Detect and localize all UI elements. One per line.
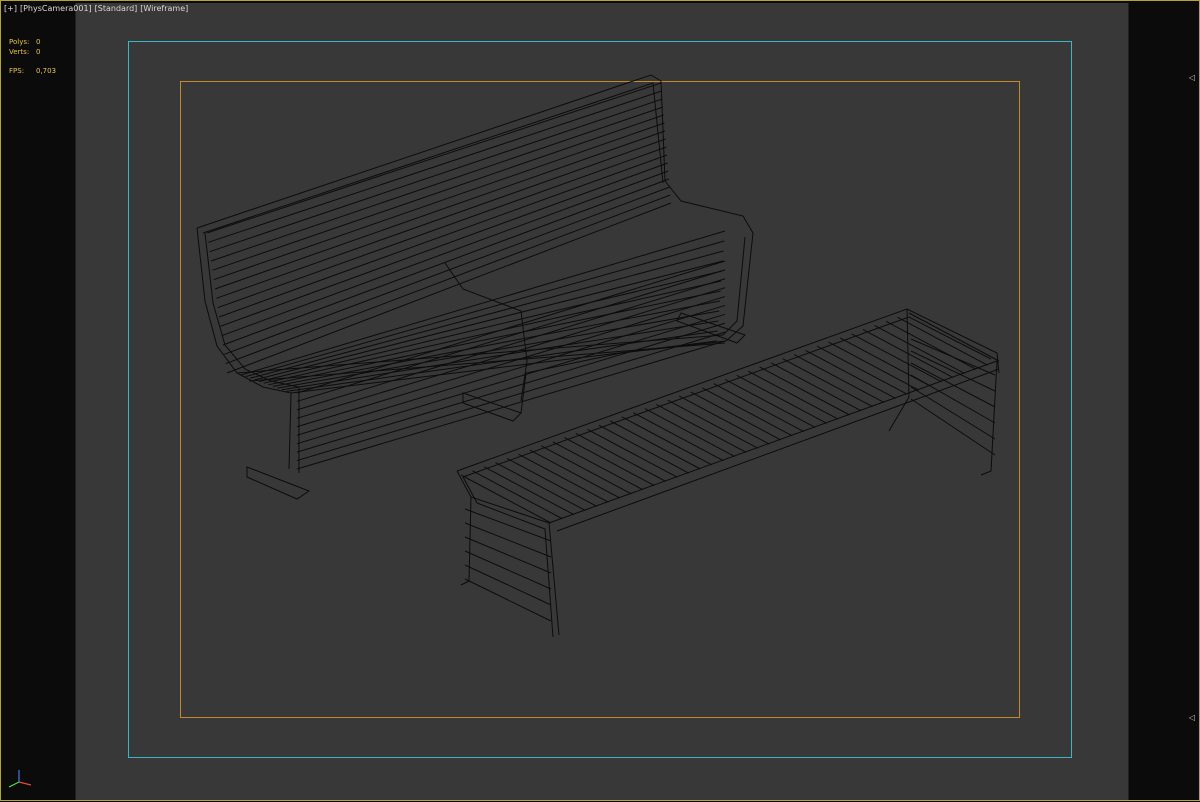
stat-fps-value: 0,703 [36, 67, 57, 75]
viewport-statistics: Polys: 0 Verts: 0 FPS: 0,703 [9, 37, 56, 76]
stat-polys-value: 0 [36, 38, 41, 46]
time-slider-marker-bottom-icon[interactable]: ◁ [1189, 713, 1195, 722]
viewport-shading-menu[interactable]: [Standard] [95, 4, 138, 13]
stat-polys: Polys: 0 [9, 37, 56, 47]
wireframe-scene [196, 74, 1000, 638]
stat-fps: FPS: 0,703 [9, 66, 56, 76]
stat-verts-label: Verts: [9, 48, 30, 56]
stat-polys-label: Polys: [9, 38, 30, 46]
stat-fps-label: FPS: [9, 67, 25, 75]
axis-tripod-icon [8, 770, 32, 788]
viewport-general-menu[interactable]: [+] [4, 4, 17, 13]
viewport-display-mode-menu[interactable]: [Wireframe] [140, 4, 188, 13]
stat-verts: Verts: 0 [9, 47, 56, 57]
camera-viewport[interactable]: [+] [PhysCamera001] [Standard] [Wireframe] … [0, 0, 1200, 801]
viewport-label-menu[interactable]: [+] [PhysCamera001] [Standard] [Wireframe] [4, 4, 191, 13]
time-slider-marker-top-icon[interactable]: ◁ [1189, 73, 1195, 82]
stat-verts-value: 0 [36, 48, 41, 56]
bench-with-backrest [196, 74, 754, 500]
viewport-camera-menu[interactable]: [PhysCamera001] [20, 4, 92, 13]
